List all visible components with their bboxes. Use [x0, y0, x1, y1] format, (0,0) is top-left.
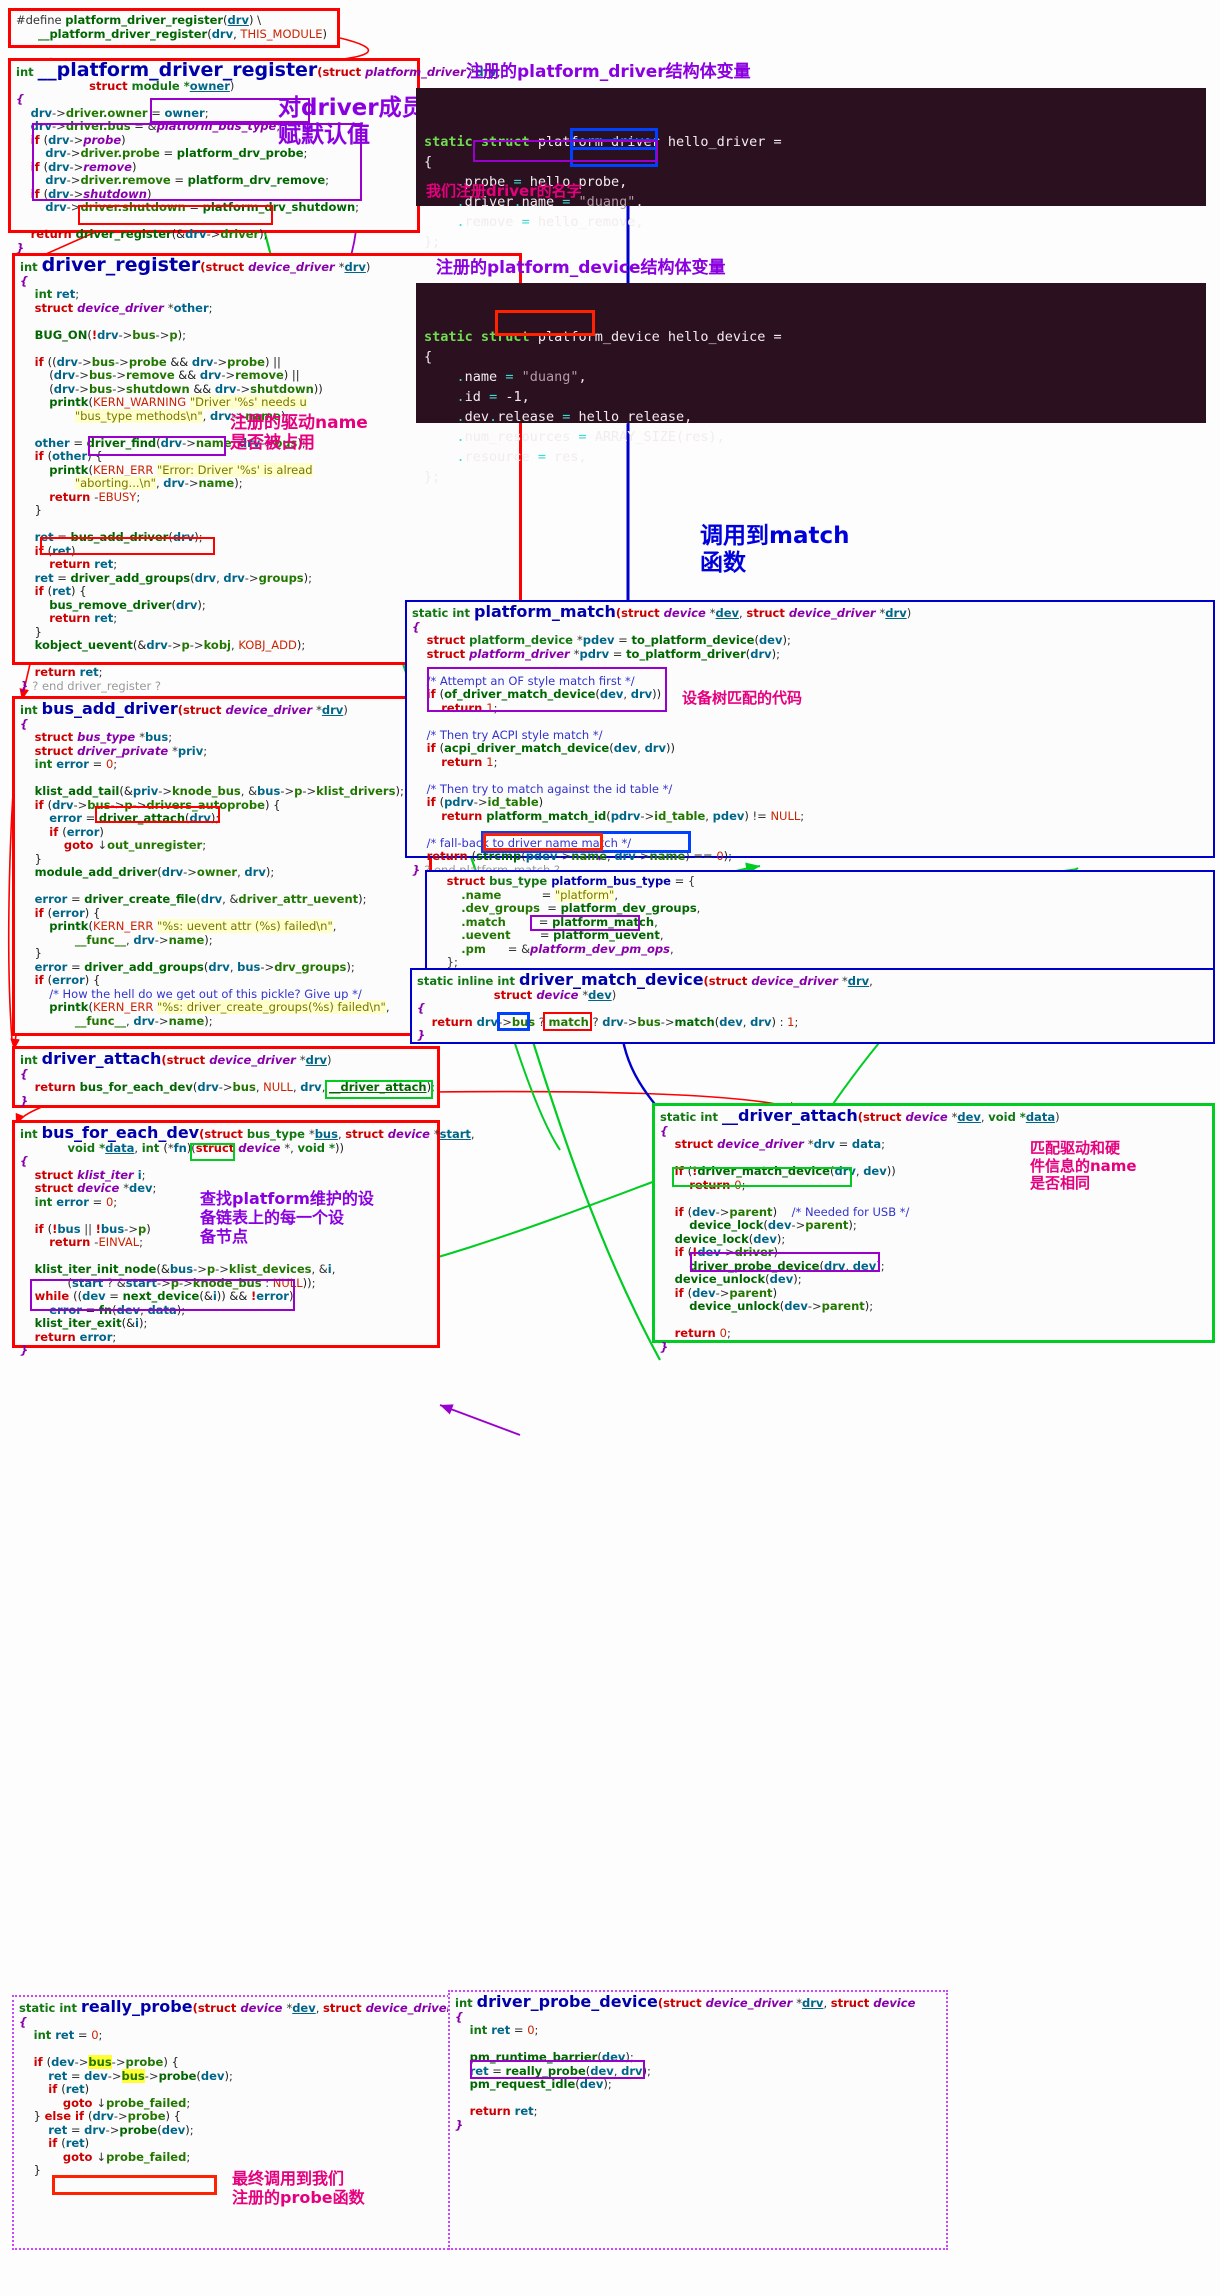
block-hello-device: static struct platform_device hello_devi…	[416, 283, 1206, 485]
code-macro: #define platform_driver_register(drv) \ …	[16, 13, 327, 41]
block-driver-probe-device: int driver_probe_device(struct device_dr…	[448, 1990, 948, 2250]
code-bus-add-driver: int bus_add_driver(struct device_driver …	[20, 699, 404, 1028]
annotation-find-devices: 查找platform维护的设 备链表上的每一个设 备节点	[200, 1189, 374, 1246]
annotation-call-match: 调用到match 函数	[700, 523, 850, 577]
block-driver-attach: int driver_attach(struct device_driver *…	[12, 1046, 440, 1108]
caption-hello-device: 注册的platform_device结构体变量	[436, 258, 726, 278]
annotation-dt-match-code: 设备树匹配的代码	[682, 689, 803, 707]
code-platform-bus-type: struct bus_type platform_bus_type = { .n…	[446, 874, 701, 969]
block-__driver-attach: static int __driver_attach(struct device…	[652, 1103, 1215, 1353]
code-platform-match: static int platform_match(struct device …	[412, 602, 912, 877]
annotation-check-name-used: 注册的驱动name 是否被占用	[230, 413, 368, 454]
block-bus-add-driver: int bus_add_driver(struct device_driver …	[12, 696, 432, 1036]
block-driver-match-device: static inline int driver_match_device(st…	[410, 968, 1215, 1044]
code-driver-attach: int driver_attach(struct device_driver *…	[20, 1049, 435, 1108]
code-platform-driver-register: int __platform_driver_register(struct pl…	[16, 59, 501, 255]
block-really-probe: static int really_probe(struct device *d…	[12, 1995, 488, 2250]
caption-hello-driver: 注册的platform_driver结构体变量	[466, 62, 751, 82]
block-macro-define: #define platform_driver_register(drv) \ …	[8, 8, 340, 48]
code-driver-match-device: static inline int driver_match_device(st…	[417, 970, 873, 1042]
block-platform-match: static int platform_match(struct device …	[405, 600, 1215, 876]
annotation-match-drv-dev: 匹配驱动和硬 件信息的name 是否相同	[1030, 1139, 1137, 1193]
code-hello-device: static struct platform_device hello_devi…	[424, 329, 782, 485]
annotation-final-probe: 最终调用到我们 注册的probe函数	[232, 2169, 365, 2207]
annotation-assign-default: 对driver成员 赋默认值	[278, 95, 425, 149]
block-platform-bus-type: struct bus_type platform_bus_type = { .n…	[425, 870, 1215, 970]
annotation-our-driver-name: 我们注册driver的名字	[426, 182, 582, 200]
code-driver-probe-device: int driver_probe_device(struct device_dr…	[455, 1992, 916, 2132]
code-really-probe: static int really_probe(struct device *d…	[19, 1997, 488, 2177]
diagram-canvas: #define platform_driver_register(drv) \ …	[0, 0, 1220, 2296]
